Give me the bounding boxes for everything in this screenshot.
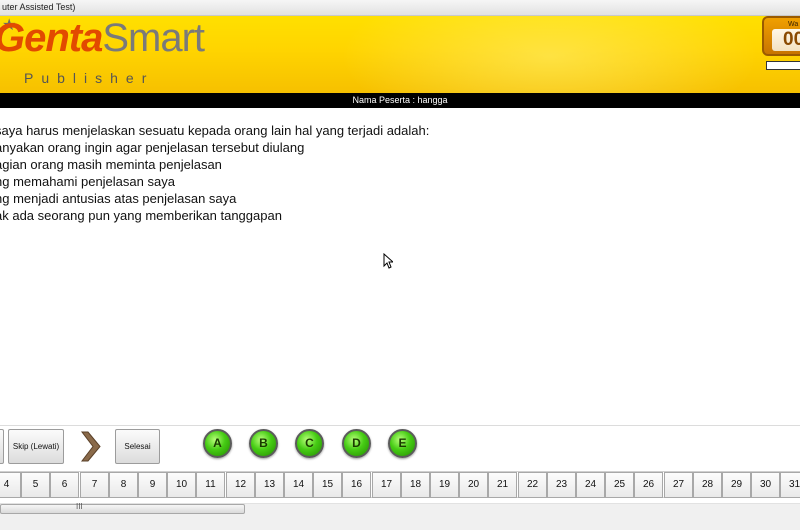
participant-name: Nama Peserta : hangga: [352, 95, 448, 105]
question-number-button[interactable]: 20: [459, 472, 488, 498]
option-c: ng memahami penjelasan saya: [0, 174, 175, 189]
prev-button-edge[interactable]: [0, 429, 4, 464]
window-title: uter Assisted Test): [2, 2, 76, 12]
logo-part2: Smart: [102, 16, 205, 60]
question-number-button[interactable]: 27: [664, 472, 693, 498]
participant-bar: Nama Peserta : hangga: [0, 93, 800, 108]
question-number-button[interactable]: 31: [780, 472, 800, 498]
question-number-button[interactable]: 13: [255, 472, 284, 498]
question-number-button[interactable]: 7: [80, 472, 109, 498]
finish-button[interactable]: Selesai: [115, 429, 160, 464]
timer-panel: Wa 00: [762, 16, 800, 56]
question-number-button[interactable]: 14: [284, 472, 313, 498]
question-number-button[interactable]: 29: [722, 472, 751, 498]
window-titlebar: uter Assisted Test): [0, 0, 800, 16]
question-number-button[interactable]: 4: [0, 472, 21, 498]
scrollbar-grip-icon: III: [76, 502, 83, 511]
next-button[interactable]: [72, 429, 110, 464]
question-number-button[interactable]: 6: [50, 472, 79, 498]
option-a: anyakan orang ingin agar penjelasan ters…: [0, 140, 305, 155]
question-number-button[interactable]: 21: [488, 472, 517, 498]
question-number-button[interactable]: 19: [430, 472, 459, 498]
question-number-button[interactable]: 18: [401, 472, 430, 498]
mouse-cursor-icon: [383, 253, 393, 269]
question-number-button[interactable]: 22: [518, 472, 547, 498]
question-number-button[interactable]: 5: [21, 472, 50, 498]
answer-d-button[interactable]: D: [342, 429, 371, 458]
option-e: ak ada seorang pun yang memberikan tangg…: [0, 208, 282, 223]
timer-progress-bar: [766, 61, 800, 70]
logo-subtitle: Publisher: [24, 70, 155, 86]
question-number-button[interactable]: 9: [138, 472, 167, 498]
question-number-button[interactable]: 23: [547, 472, 576, 498]
answer-a-button[interactable]: A: [203, 429, 232, 458]
question-number-button[interactable]: 8: [109, 472, 138, 498]
question-number-button[interactable]: 12: [226, 472, 255, 498]
chevron-right-icon: [80, 431, 101, 462]
timer-value: 00: [772, 29, 800, 51]
logo-part1: Genta: [0, 16, 103, 60]
window-bottom-edge: [0, 515, 800, 530]
question-number-button[interactable]: 30: [751, 472, 780, 498]
option-d: ng menjadi antusias atas penjelasan saya: [0, 191, 237, 206]
banner-swoosh: [340, 16, 760, 93]
question-number-button[interactable]: 17: [372, 472, 401, 498]
timer-label: Wa: [788, 21, 799, 28]
logo: GentaSmart: [0, 16, 205, 60]
question-area: saya harus menjelaskan sesuatu kepada or…: [0, 122, 800, 224]
answer-b-button[interactable]: B: [249, 429, 278, 458]
option-b: agian orang masih meminta penjelasan: [0, 157, 222, 172]
question-number-button[interactable]: 26: [634, 472, 663, 498]
skip-button[interactable]: Skip (Lewati): [8, 429, 64, 464]
question-number-button[interactable]: 15: [313, 472, 342, 498]
question-stem: saya harus menjelaskan sesuatu kepada or…: [0, 123, 430, 138]
question-number-button[interactable]: 24: [576, 472, 605, 498]
question-number-button[interactable]: 28: [693, 472, 722, 498]
answer-e-button[interactable]: E: [388, 429, 417, 458]
question-number-button[interactable]: 25: [605, 472, 634, 498]
scrollbar-thumb[interactable]: [0, 504, 245, 514]
question-number-button[interactable]: 10: [167, 472, 196, 498]
question-number-button[interactable]: 11: [196, 472, 225, 498]
answer-c-button[interactable]: C: [295, 429, 324, 458]
question-number-button[interactable]: 16: [342, 472, 371, 498]
